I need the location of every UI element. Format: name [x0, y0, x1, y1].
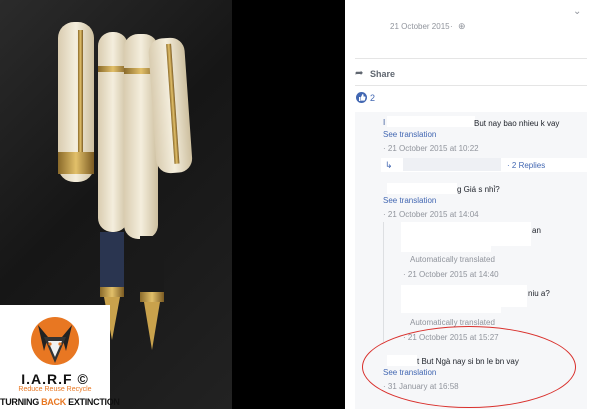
reply-time[interactable]: · 21 October 2015 at 14:40	[403, 270, 499, 279]
slogan-prefix: TURNING	[0, 397, 42, 407]
reply-text: an	[532, 226, 541, 235]
comment-time-value: 21 October 2015 at 10:22	[387, 144, 479, 153]
redacted-name	[403, 158, 501, 171]
reply-text: niu a?	[528, 289, 550, 298]
redacted-reply	[401, 246, 491, 252]
comment-text: But nay bao nhieu k vay	[474, 119, 560, 128]
see-translation-link[interactable]: See translation	[383, 130, 436, 139]
redacted-name	[387, 116, 475, 127]
slogan-highlight: BACK	[41, 397, 66, 407]
post-meta-separator: ·	[450, 22, 453, 31]
fox-logo-icon	[31, 317, 79, 365]
redacted-reply	[401, 307, 501, 313]
chevron-down-icon[interactable]: ⌄	[573, 6, 581, 17]
comment-time[interactable]: · 21 October 2015 at 10:22	[383, 144, 479, 153]
comment-time-value: 21 October 2015 at 14:04	[387, 210, 479, 219]
post-timestamp[interactable]: 21 October 2015	[390, 22, 450, 31]
logo-brand-name: I.A.R.F ©	[21, 371, 89, 387]
redacted-reply	[401, 222, 531, 246]
see-translation-link[interactable]: See translation	[383, 196, 436, 205]
reply-time-value: 21 October 2015 at 14:40	[407, 270, 499, 279]
auto-translated-label[interactable]: Automatically translated	[410, 255, 495, 264]
like-icon[interactable]	[356, 92, 367, 103]
replies-count: 2 Replies	[511, 161, 546, 170]
pen-cap-1	[58, 22, 94, 182]
comment-time[interactable]: · 21 October 2015 at 14:04	[383, 210, 479, 219]
divider	[355, 58, 587, 59]
thumbs-up-icon	[359, 94, 366, 101]
comment-text: g Giá s nhỉ?	[457, 185, 500, 194]
reply-thread-line	[383, 222, 384, 342]
share-button[interactable]: Share	[370, 69, 395, 79]
logo-tagline: Reduce Reuse Recycle	[18, 386, 92, 393]
photo-background-gap	[232, 0, 345, 409]
annotation-ellipse	[362, 326, 576, 408]
redacted-name	[387, 183, 457, 194]
comment-author-initial[interactable]: I	[383, 118, 385, 127]
slogan-suffix: EXTINCTION	[65, 397, 120, 407]
logo-slogan: TURNING BACK EXTINCTION	[0, 397, 120, 407]
divider	[355, 85, 587, 86]
globe-icon: ⊕	[458, 21, 466, 31]
redacted-reply	[401, 285, 527, 307]
pen-2	[98, 32, 128, 340]
iarf-logo: I.A.R.F © Reduce Reuse Recycle TURNING B…	[0, 305, 120, 409]
like-count[interactable]: 2	[370, 93, 375, 103]
share-icon[interactable]: ➦	[355, 68, 363, 79]
view-replies-link[interactable]: · 2 Replies	[507, 161, 545, 170]
reply-arrow-icon: ↳	[385, 160, 393, 170]
